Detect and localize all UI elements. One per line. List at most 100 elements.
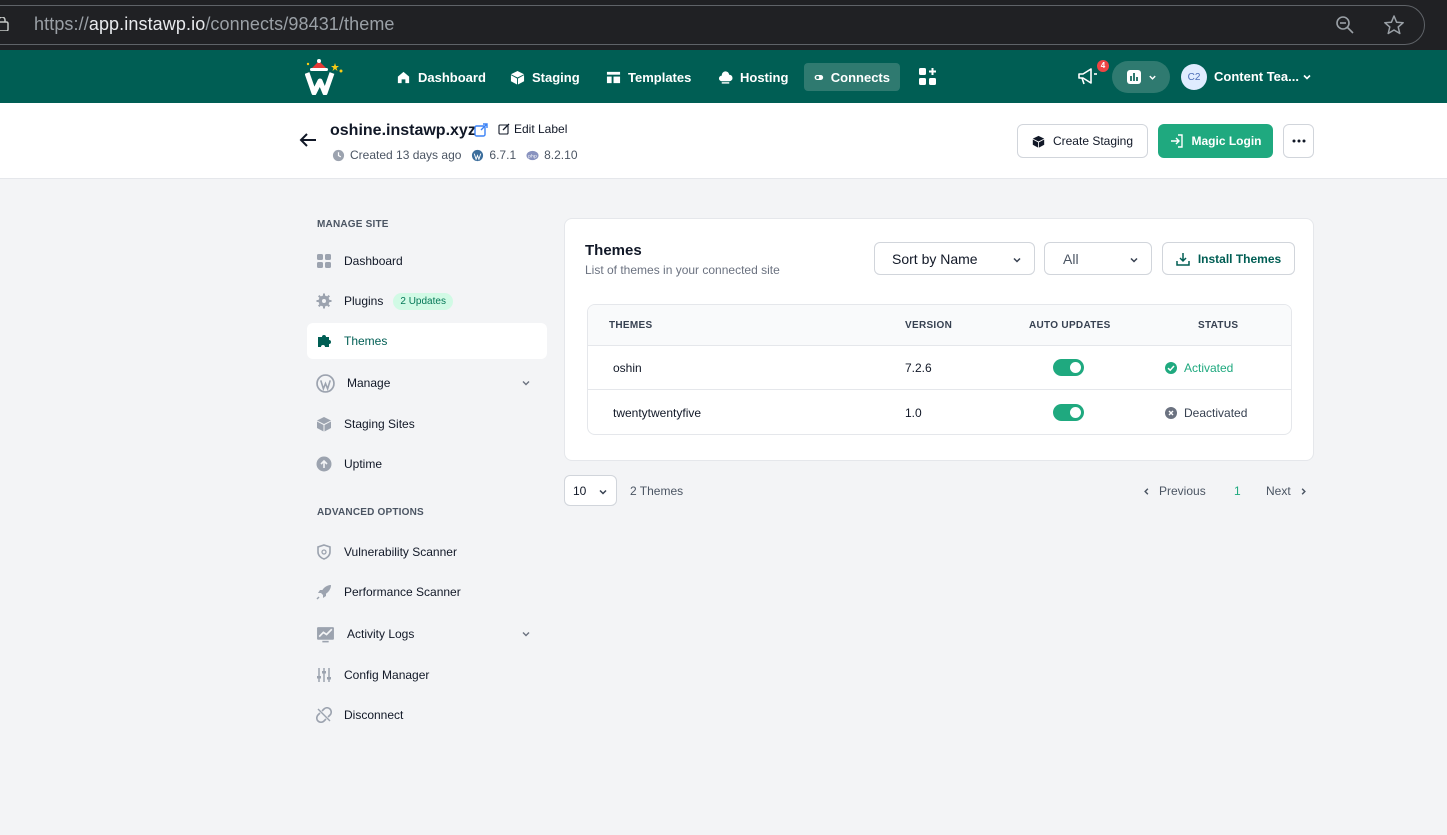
gear-icon bbox=[316, 293, 332, 309]
toggle-knob bbox=[1070, 362, 1081, 373]
install-themes-button[interactable]: Install Themes bbox=[1162, 242, 1295, 275]
themes-table: THEMES VERSION AUTO UPDATES STATUS oshin… bbox=[587, 304, 1292, 435]
sidebar-item-staging-sites[interactable]: Staging Sites bbox=[307, 406, 547, 442]
page-number-current[interactable]: 1 bbox=[1234, 484, 1241, 498]
user-name[interactable]: Content Tea... bbox=[1214, 69, 1299, 84]
sidebar-item-label: Disconnect bbox=[344, 708, 404, 722]
col-status: STATUS bbox=[1198, 320, 1239, 331]
chevron-down-icon[interactable] bbox=[1302, 72, 1312, 82]
previous-page-button[interactable]: Previous bbox=[1142, 484, 1206, 498]
nav-staging[interactable]: Staging bbox=[500, 63, 590, 91]
sidebar-item-label: Dashboard bbox=[344, 254, 403, 268]
themes-card: Themes List of themes in your connected … bbox=[564, 218, 1314, 461]
back-arrow-icon[interactable] bbox=[299, 132, 317, 148]
cube-icon bbox=[1032, 135, 1045, 148]
more-options-button[interactable] bbox=[1283, 124, 1314, 158]
advanced-options-heading: ADVANCED OPTIONS bbox=[317, 507, 424, 518]
site-title: oshine.instawp.xyz bbox=[330, 122, 476, 139]
sidebar-item-label: Vulnerability Scanner bbox=[344, 545, 457, 559]
rocket-icon bbox=[316, 585, 331, 600]
table-row: twentytwentyfive 1.0 Deactivated bbox=[588, 391, 1291, 434]
bookmark-star-icon[interactable] bbox=[1383, 14, 1405, 36]
sidebar-item-label: Activity Logs bbox=[347, 627, 415, 641]
themes-count: 2 Themes bbox=[630, 484, 684, 498]
col-version[interactable]: VERSION bbox=[905, 320, 952, 331]
wp-version-meta: 6.7.1 bbox=[471, 148, 516, 162]
login-icon bbox=[1170, 134, 1183, 148]
nav-connects[interactable]: Connects bbox=[804, 63, 900, 91]
sidebar-item-plugins[interactable]: Plugins 2 Updates bbox=[307, 283, 547, 319]
theme-version: 1.0 bbox=[905, 406, 922, 420]
nav-templates[interactable]: Templates bbox=[596, 63, 701, 91]
sidebar-item-label: Manage bbox=[347, 376, 391, 390]
magic-login-button[interactable]: Magic Login bbox=[1158, 124, 1273, 158]
sidebar-item-uptime[interactable]: Uptime bbox=[307, 446, 547, 482]
col-themes[interactable]: THEMES bbox=[609, 320, 652, 331]
nav-dashboard[interactable]: Dashboard bbox=[386, 63, 496, 91]
chevron-down-icon bbox=[1148, 75, 1156, 80]
manage-site-heading: MANAGE SITE bbox=[317, 219, 389, 230]
updates-badge: 2 Updates bbox=[393, 292, 453, 310]
template-icon bbox=[606, 71, 621, 83]
clock-icon bbox=[332, 149, 345, 161]
sidebar-item-label: Themes bbox=[344, 334, 388, 348]
sidebar-item-performance-scanner[interactable]: Performance Scanner bbox=[307, 574, 547, 610]
edit-label-button[interactable]: Edit Label bbox=[498, 122, 567, 136]
chevron-down-icon bbox=[1130, 257, 1138, 263]
external-link-icon[interactable] bbox=[474, 123, 488, 137]
chevron-right-icon bbox=[1301, 487, 1306, 495]
nav-templates-label: Templates bbox=[628, 69, 692, 85]
more-horizontal-icon bbox=[1292, 139, 1305, 143]
chevron-down-icon bbox=[522, 632, 530, 637]
next-page-button[interactable]: Next bbox=[1266, 484, 1308, 498]
chevron-down-icon bbox=[1013, 257, 1021, 263]
create-staging-label: Create Staging bbox=[1052, 134, 1134, 148]
avatar[interactable]: C2 bbox=[1181, 64, 1207, 90]
created-meta: Created 13 days ago bbox=[332, 148, 461, 162]
sidebar-item-label: Config Manager bbox=[344, 668, 430, 682]
status-filter-select[interactable]: All bbox=[1044, 242, 1152, 275]
install-themes-label: Install Themes bbox=[1197, 251, 1282, 266]
zoom-icon[interactable] bbox=[1335, 15, 1355, 35]
chevron-left-icon bbox=[1144, 487, 1149, 495]
per-page-value: 10 bbox=[573, 483, 587, 498]
team-switcher-button[interactable] bbox=[1112, 61, 1170, 93]
nav-hosting[interactable]: Hosting bbox=[708, 63, 798, 91]
apps-grid-icon[interactable] bbox=[918, 67, 937, 86]
sidebar-item-dashboard[interactable]: Dashboard bbox=[307, 243, 547, 279]
sidebar-item-themes[interactable]: Themes bbox=[307, 323, 547, 359]
themes-title: Themes bbox=[585, 242, 642, 259]
check-circle-icon bbox=[1165, 362, 1177, 374]
nav-dashboard-label: Dashboard bbox=[418, 69, 486, 85]
site-meta: Created 13 days ago 6.7.1 php 8.2.10 bbox=[332, 148, 588, 162]
edit-icon bbox=[498, 123, 510, 135]
theme-name: twentytwentyfive bbox=[613, 406, 702, 420]
instawp-logo[interactable] bbox=[305, 59, 345, 95]
create-staging-button[interactable]: Create Staging bbox=[1017, 124, 1148, 158]
next-label: Next bbox=[1266, 484, 1291, 498]
cloud-icon bbox=[718, 70, 733, 84]
url-text[interactable]: https://app.instawp.io/connects/98431/th… bbox=[34, 14, 395, 35]
site-header: oshine.instawp.xyz Edit Label Created 13… bbox=[0, 103, 1447, 179]
status-badge: Activated bbox=[1165, 361, 1233, 375]
sidebar-item-vulnerability-scanner[interactable]: Vulnerability Scanner bbox=[307, 534, 547, 570]
sort-select[interactable]: Sort by Name bbox=[874, 242, 1035, 275]
previous-label: Previous bbox=[1159, 484, 1206, 498]
auto-update-toggle[interactable] bbox=[1053, 359, 1084, 376]
uptime-icon bbox=[316, 456, 332, 472]
sidebar-item-manage[interactable]: Manage bbox=[307, 365, 547, 401]
sidebar-item-label: Staging Sites bbox=[344, 417, 415, 431]
table-row: oshin 7.2.6 Activated bbox=[588, 346, 1291, 390]
status-badge: Deactivated bbox=[1165, 406, 1247, 420]
announcement-icon[interactable] bbox=[1076, 65, 1098, 87]
sidebar-item-config-manager[interactable]: Config Manager bbox=[307, 657, 547, 693]
sidebar-item-activity-logs[interactable]: Activity Logs bbox=[307, 616, 547, 652]
sidebar-item-disconnect[interactable]: Disconnect bbox=[307, 697, 547, 733]
wordpress-icon bbox=[472, 149, 484, 161]
top-navigation: Dashboard Staging Templates Hosting Conn… bbox=[0, 50, 1447, 103]
chevron-down-icon bbox=[599, 489, 607, 495]
per-page-select[interactable]: 10 bbox=[564, 475, 617, 506]
themes-subtitle: List of themes in your connected site bbox=[585, 263, 780, 277]
toggle-knob bbox=[1070, 407, 1081, 418]
auto-update-toggle[interactable] bbox=[1053, 404, 1084, 421]
